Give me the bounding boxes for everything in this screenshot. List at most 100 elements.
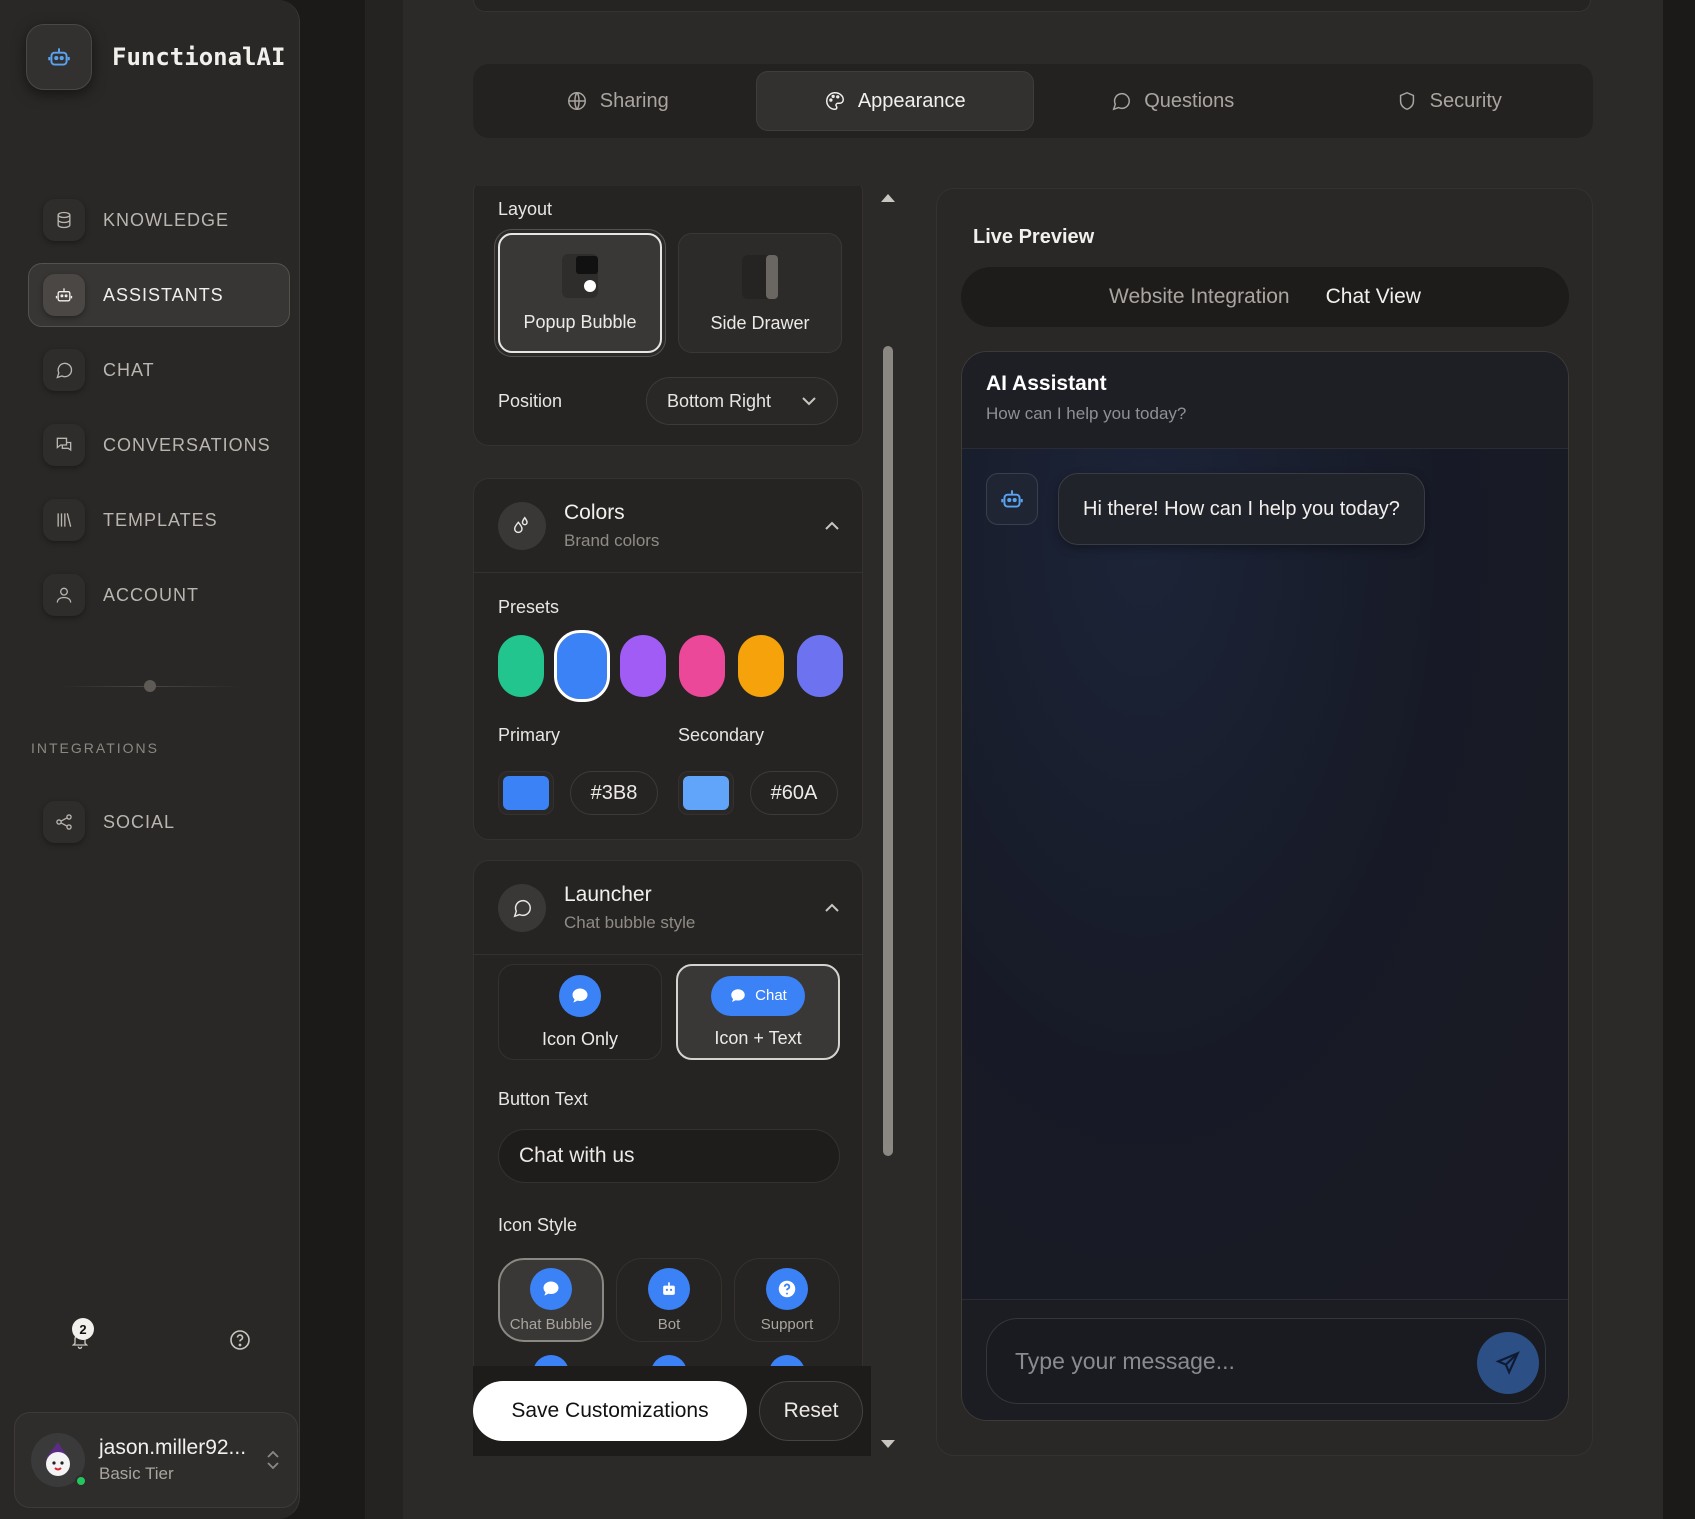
icon-style-label: Bot — [657, 1315, 681, 1333]
color-preset-swatch[interactable] — [738, 635, 784, 697]
robot-logo-icon — [26, 24, 92, 90]
message-input-placeholder: Type your message... — [1015, 1347, 1235, 1374]
settings-tabs: Sharing Appearance Questions Security — [473, 64, 1593, 138]
color-preset-swatch[interactable] — [620, 635, 666, 697]
sidebar-item-knowledge[interactable]: KNOWLEDGE — [28, 188, 290, 252]
popup-bubble-icon — [562, 254, 598, 298]
colors-subtitle: Brand colors — [564, 530, 660, 550]
color-preset-swatch[interactable] — [797, 635, 843, 697]
chat-bubble-icon — [559, 974, 601, 1017]
color-preset-swatch[interactable] — [498, 635, 544, 697]
launcher-header[interactable]: Launcher Chat bubble style — [474, 861, 863, 955]
position-value: Bottom Right — [667, 390, 772, 411]
user-icon — [43, 574, 85, 616]
secondary-color-picker[interactable] — [678, 771, 734, 815]
primary-hex-input[interactable]: #3B8 — [570, 771, 658, 815]
shield-icon — [1399, 91, 1414, 111]
bot-avatar-icon — [986, 473, 1038, 525]
gutter — [365, 0, 405, 1519]
widget-messages: Hi there! How can I help you today? — [962, 449, 1568, 1299]
secondary-color-swatch — [683, 776, 729, 810]
tab-sharing[interactable]: Sharing — [479, 71, 756, 131]
page: FunctionalAI KNOWLEDGE ASSISTANTS CHAT C… — [0, 0, 1695, 1519]
launcher-option-icon-text[interactable]: Chat Icon + Text — [676, 964, 840, 1060]
send-button[interactable] — [1477, 1332, 1539, 1394]
layout-option-side-drawer[interactable]: Side Drawer — [678, 233, 842, 353]
settings-scrollbar[interactable] — [877, 186, 899, 1456]
sidebar-item-social[interactable]: SOCIAL — [28, 790, 290, 854]
action-bar: Save Customizations Reset — [473, 1366, 871, 1456]
tab-appearance[interactable]: Appearance — [755, 71, 1034, 131]
widget-header: AI Assistant How can I help you today? — [962, 352, 1568, 449]
live-preview-panel: Live Preview Website Integration Chat Vi… — [936, 188, 1593, 1456]
sidebar-footer-icons: 2 — [60, 1318, 260, 1360]
widget-title: AI Assistant — [986, 372, 1107, 395]
chevron-up-down-icon — [267, 1450, 279, 1470]
brand[interactable]: FunctionalAI — [26, 24, 285, 90]
scroll-thumb[interactable] — [883, 346, 893, 1156]
primary-color-swatch — [503, 776, 549, 810]
help-button[interactable] — [220, 1320, 260, 1360]
sidebar-item-account[interactable]: ACCOUNT — [28, 563, 290, 627]
position-select[interactable]: Bottom Right — [646, 377, 838, 425]
main-nav: KNOWLEDGE ASSISTANTS CHAT CONVERSATIONS … — [28, 188, 290, 638]
widget-input-bar: Type your message... — [962, 1299, 1568, 1420]
button-text-label: Button Text — [498, 1089, 588, 1109]
colors-header[interactable]: Colors Brand colors — [474, 479, 863, 573]
launcher-option-label: Icon Only — [541, 1028, 619, 1049]
scroll-down-arrow[interactable] — [881, 1440, 895, 1448]
secondary-hex-input[interactable]: #60A — [750, 771, 838, 815]
icon-style-label: Icon Style — [498, 1215, 578, 1235]
app-name: FunctionalAI — [112, 43, 286, 71]
user-menu[interactable]: jason.miller92... Basic Tier — [14, 1412, 298, 1508]
color-preset-swatch[interactable] — [679, 635, 725, 697]
help-icon — [230, 1330, 250, 1350]
secondary-color-row: #60A — [678, 771, 838, 815]
notifications-button[interactable]: 2 — [60, 1318, 100, 1360]
divider-dot — [144, 680, 156, 692]
preview-mode-toggle: Website Integration Chat View — [961, 267, 1569, 327]
message-icon — [1112, 92, 1131, 111]
tab-label: Questions — [1144, 89, 1235, 112]
sidebar-item-chat[interactable]: CHAT — [28, 338, 290, 402]
sidebar-item-templates[interactable]: TEMPLATES — [28, 488, 290, 552]
message-input[interactable]: Type your message... — [986, 1318, 1546, 1404]
sidebar-item-label: SOCIAL — [103, 811, 176, 832]
layout-heading: Layout — [498, 199, 553, 219]
sidebar: FunctionalAI KNOWLEDGE ASSISTANTS CHAT C… — [0, 0, 300, 1519]
icon-style-chat-bubble[interactable]: Chat Bubble — [498, 1258, 604, 1342]
mode-chat-view[interactable]: Chat View — [1326, 285, 1421, 309]
icon-style-options: Chat Bubble Bot Support — [498, 1258, 840, 1342]
secondary-label: Secondary — [678, 725, 765, 745]
launcher-subtitle: Chat bubble style — [564, 912, 696, 932]
save-customizations-button[interactable]: Save Customizations — [473, 1381, 747, 1441]
reset-button[interactable]: Reset — [759, 1381, 863, 1441]
color-preset-swatch[interactable] — [554, 630, 610, 702]
layout-option-label: Side Drawer — [710, 313, 810, 333]
palette-icon — [825, 92, 844, 110]
database-icon — [43, 199, 85, 241]
sidebar-item-label: CONVERSATIONS — [103, 434, 271, 455]
user-tier: Basic Tier — [99, 1464, 174, 1483]
primary-color-picker[interactable] — [498, 771, 554, 815]
integrations-nav: SOCIAL — [28, 790, 290, 865]
sidebar-item-conversations[interactable]: CONVERSATIONS — [28, 413, 290, 477]
button-text-input[interactable]: Chat with us — [498, 1129, 840, 1183]
launcher-option-icon-only[interactable]: Icon Only — [498, 964, 662, 1060]
scroll-up-arrow[interactable] — [881, 194, 895, 202]
layout-option-popup-bubble[interactable]: Popup Bubble — [498, 233, 662, 353]
tab-questions[interactable]: Questions — [1034, 71, 1311, 131]
icon-style-support[interactable]: Support — [734, 1258, 840, 1342]
send-icon — [1495, 1351, 1520, 1375]
tab-label: Security — [1429, 89, 1502, 112]
sidebar-item-assistants[interactable]: ASSISTANTS — [28, 263, 290, 327]
top-panel-edge — [473, 0, 1591, 12]
chat-icon — [43, 349, 85, 391]
tab-security[interactable]: Security — [1311, 71, 1588, 131]
integrations-heading: INTEGRATIONS — [31, 740, 159, 756]
mode-website-integration[interactable]: Website Integration — [1109, 285, 1290, 309]
icon-style-bot[interactable]: Bot — [616, 1258, 722, 1342]
widget-subtitle: How can I help you today? — [986, 404, 1187, 423]
launcher-pill-text: Chat — [755, 987, 787, 1004]
side-drawer-icon — [742, 255, 778, 299]
